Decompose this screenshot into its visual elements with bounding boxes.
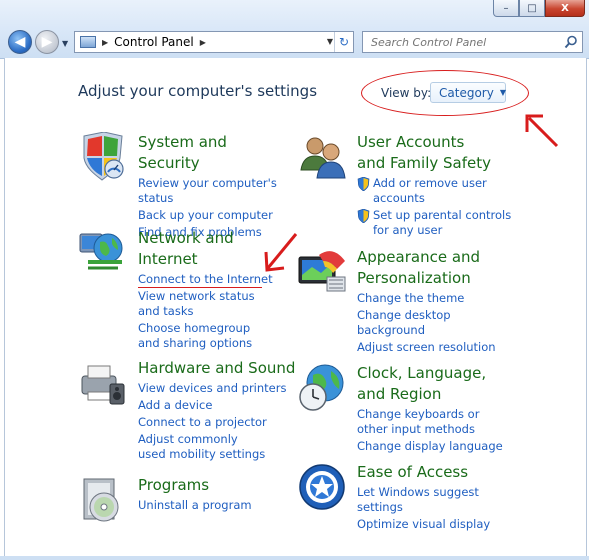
- search-icon[interactable]: [564, 35, 578, 49]
- link-screen-resolution[interactable]: Adjust screen resolution: [357, 340, 507, 355]
- category-texts: User Accounts and Family Safety Add or r…: [357, 132, 511, 238]
- link-add-remove-users-label[interactable]: Add or remove user accounts: [373, 176, 487, 205]
- link-devices-printers[interactable]: View devices and printers: [138, 381, 298, 396]
- refresh-icon: ↻: [338, 35, 350, 49]
- link-connect-internet-label[interactable]: Connect to the Internet: [138, 272, 273, 286]
- annotation-ellipse: [361, 70, 529, 116]
- category-hardware: Hardware and Sound View devices and prin…: [78, 358, 308, 468]
- forward-button[interactable]: ▶: [35, 30, 59, 54]
- link-parental-controls-label[interactable]: Set up parental controls for any user: [373, 208, 511, 237]
- annotation-arrow-icon: [264, 233, 298, 272]
- window-frame-bottom: [0, 556, 589, 560]
- category-system-security: System and Security Review your computer…: [78, 132, 288, 239]
- refresh-button[interactable]: ↻: [334, 32, 353, 52]
- page-title: Adjust your computer's settings: [78, 82, 318, 100]
- category-texts: Hardware and Sound View devices and prin…: [138, 358, 298, 462]
- category-user-accounts: User Accounts and Family Safety Add or r…: [297, 132, 511, 242]
- window-titlebar: – □ X ◀ ▶ ▼ ▶ Control Panel ▶ ▼ ↻: [0, 0, 589, 59]
- category-title-user-accounts[interactable]: User Accounts and Family Safety: [357, 132, 497, 174]
- category-title-clock[interactable]: Clock, Language, and Region: [357, 363, 507, 405]
- ease-of-access-icon: [299, 464, 345, 510]
- breadcrumb-control-panel[interactable]: Control Panel: [114, 35, 194, 49]
- shield-security-icon: [83, 132, 124, 181]
- category-clock: Clock, Language, and Region Change keybo…: [297, 363, 517, 463]
- link-keyboards[interactable]: Change keyboards or other input methods: [357, 407, 507, 437]
- recent-pages-dropdown[interactable]: ▼: [62, 39, 68, 48]
- back-arrow-icon: ◀: [14, 34, 26, 50]
- address-bar[interactable]: ▶ Control Panel ▶ ▼ ↻: [74, 31, 354, 53]
- category-texts: Programs Uninstall a program: [138, 475, 288, 513]
- link-visual-display[interactable]: Optimize visual display: [357, 517, 507, 532]
- minimize-button[interactable]: –: [493, 0, 519, 17]
- search-input[interactable]: [369, 34, 563, 50]
- link-connect-internet[interactable]: Connect to the Internet: [138, 272, 288, 288]
- category-programs: Programs Uninstall a program: [78, 475, 288, 545]
- uac-shield-icon: [357, 209, 370, 223]
- printer-icon: [81, 365, 125, 405]
- category-texts: System and Security Review your computer…: [138, 132, 288, 240]
- category-title-ease[interactable]: Ease of Access: [357, 462, 507, 483]
- link-review-status[interactable]: Review your computer's status: [138, 176, 288, 206]
- content-area: Adjust your computer's settings View by:…: [4, 58, 587, 556]
- link-mobility[interactable]: Adjust commonly used mobility settings: [138, 432, 268, 462]
- breadcrumb-arrow-icon[interactable]: ▶: [102, 38, 108, 47]
- link-uninstall[interactable]: Uninstall a program: [138, 498, 288, 513]
- link-projector[interactable]: Connect to a projector: [138, 415, 298, 430]
- search-box[interactable]: [362, 31, 583, 53]
- close-button[interactable]: X: [545, 0, 585, 17]
- programs-disc-icon: [83, 478, 119, 522]
- back-button[interactable]: ◀: [8, 30, 32, 54]
- category-texts: Ease of Access Let Windows suggest setti…: [357, 462, 507, 532]
- category-title-network[interactable]: Network and Internet: [138, 228, 238, 270]
- annotation-underline: [138, 287, 262, 288]
- category-title-hardware[interactable]: Hardware and Sound: [138, 358, 298, 379]
- maximize-button[interactable]: □: [519, 0, 545, 17]
- category-title-programs[interactable]: Programs: [138, 475, 288, 496]
- link-display-language[interactable]: Change display language: [357, 439, 507, 454]
- category-texts: Clock, Language, and Region Change keybo…: [357, 363, 507, 454]
- link-add-device[interactable]: Add a device: [138, 398, 298, 413]
- window-controls: – □ X: [493, 0, 585, 17]
- link-parental-controls[interactable]: Set up parental controls for any user: [357, 208, 513, 238]
- link-backup[interactable]: Back up your computer: [138, 208, 288, 223]
- category-title-system-security[interactable]: System and Security: [138, 132, 288, 174]
- link-add-remove-users[interactable]: Add or remove user accounts: [357, 176, 503, 206]
- annotation-arrow-icon: [525, 114, 559, 148]
- uac-shield-icon: [357, 177, 370, 191]
- category-title-appearance[interactable]: Appearance and Personalization: [357, 247, 482, 289]
- breadcrumb-arrow-icon[interactable]: ▶: [200, 38, 206, 47]
- category-ease: Ease of Access Let Windows suggest setti…: [297, 462, 507, 542]
- appearance-monitor-icon: [298, 251, 346, 292]
- users-icon: [300, 137, 346, 179]
- category-appearance: Appearance and Personalization Change th…: [297, 247, 507, 357]
- link-desktop-background[interactable]: Change desktop background: [357, 308, 457, 338]
- category-texts: Appearance and Personalization Change th…: [357, 247, 507, 355]
- forward-arrow-icon: ▶: [41, 34, 53, 50]
- link-change-theme[interactable]: Change the theme: [357, 291, 507, 306]
- control-panel-icon: [80, 36, 96, 48]
- network-globe-icon: [79, 233, 123, 270]
- link-windows-suggest[interactable]: Let Windows suggest settings: [357, 485, 482, 515]
- address-dropdown-icon[interactable]: ▼: [327, 37, 333, 46]
- link-network-status[interactable]: View network status and tasks: [138, 289, 273, 319]
- link-homegroup[interactable]: Choose homegroup and sharing options: [138, 321, 273, 351]
- clock-globe-icon: [299, 364, 344, 411]
- category-network: Network and Internet Connect to the Inte…: [78, 228, 288, 351]
